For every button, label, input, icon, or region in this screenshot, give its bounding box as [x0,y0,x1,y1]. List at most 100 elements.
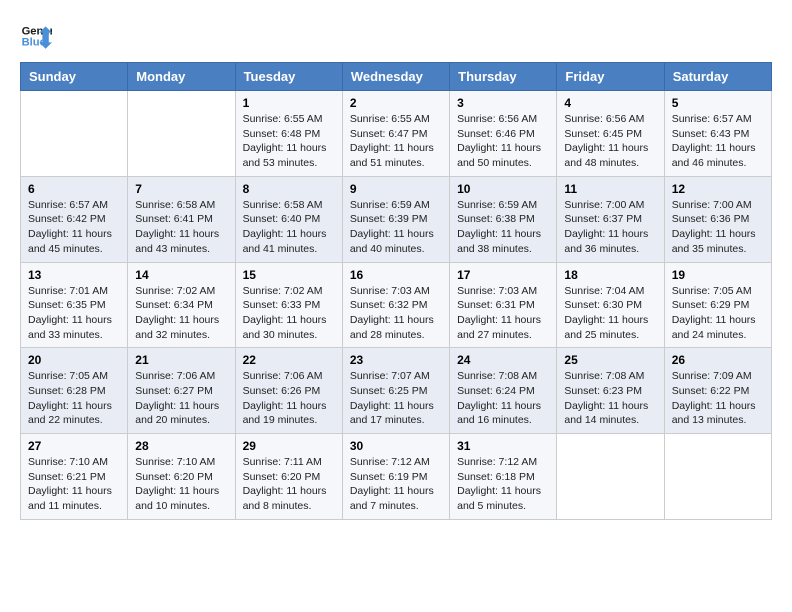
day-cell: 27 Sunrise: 7:10 AMSunset: 6:21 PMDayligh… [21,434,128,520]
day-info: Sunrise: 6:58 AMSunset: 6:41 PMDaylight:… [135,198,227,257]
day-number: 23 [350,353,442,367]
day-cell: 23Sunrise: 7:07 AMSunset: 6:25 PMDayligh… [342,348,449,434]
day-info: Sunrise: 7:02 AMSunset: 6:33 PMDaylight:… [243,284,335,343]
day-cell [557,434,664,520]
day-number: 29 [243,439,335,453]
day-cell [21,91,128,177]
day-info: Sunrise: 7:08 AMSunset: 6:23 PMDaylight:… [564,369,656,428]
day-cell: 25 Sunrise: 7:08 AMSunset: 6:23 PMDayligh… [557,348,664,434]
day-number: 21 [135,353,227,367]
day-cell: 5 Sunrise: 6:57 AMSunset: 6:43 PMDaylight… [664,91,771,177]
day-info: Sunrise: 7:05 AMSunset: 6:29 PMDaylight:… [672,284,764,343]
day-cell: 15 Sunrise: 7:02 AMSunset: 6:33 PMDayligh… [235,262,342,348]
day-cell: 3 Sunrise: 6:56 AMSunset: 6:46 PMDaylight… [450,91,557,177]
day-cell [664,434,771,520]
day-info: Sunrise: 7:10 AMSunset: 6:21 PMDaylight:… [28,455,120,514]
day-cell: 11 Sunrise: 7:00 AMSunset: 6:37 PMDayligh… [557,176,664,262]
header-thursday: Thursday [450,63,557,91]
day-number: 13 [28,268,120,282]
day-cell: 14 Sunrise: 7:02 AMSunset: 6:34 PMDayligh… [128,262,235,348]
day-number: 4 [564,96,656,110]
header-friday: Friday [557,63,664,91]
day-number: 20 [28,353,120,367]
day-info: Sunrise: 7:09 AMSunset: 6:22 PMDaylight:… [672,369,764,428]
week-row-4: 20 Sunrise: 7:05 AMSunset: 6:28 PMDayligh… [21,348,772,434]
calendar-table: SundayMondayTuesdayWednesdayThursdayFrid… [20,62,772,520]
day-cell: 30Sunrise: 7:12 AMSunset: 6:19 PMDayligh… [342,434,449,520]
day-number: 10 [457,182,549,196]
day-cell: 18 Sunrise: 7:04 AMSunset: 6:30 PMDayligh… [557,262,664,348]
week-row-2: 6 Sunrise: 6:57 AMSunset: 6:42 PMDaylight… [21,176,772,262]
day-number: 22 [243,353,335,367]
day-cell: 6 Sunrise: 6:57 AMSunset: 6:42 PMDaylight… [21,176,128,262]
day-cell: 8 Sunrise: 6:58 AMSunset: 6:40 PMDaylight… [235,176,342,262]
day-info: Sunrise: 6:57 AMSunset: 6:43 PMDaylight:… [672,112,764,171]
day-cell: 22 Sunrise: 7:06 AMSunset: 6:26 PMDayligh… [235,348,342,434]
day-cell [128,91,235,177]
day-info: Sunrise: 7:01 AMSunset: 6:35 PMDaylight:… [28,284,120,343]
day-number: 3 [457,96,549,110]
day-number: 7 [135,182,227,196]
header-sunday: Sunday [21,63,128,91]
day-cell: 2 Sunrise: 6:55 AMSunset: 6:47 PMDaylight… [342,91,449,177]
day-number: 26 [672,353,764,367]
day-number: 19 [672,268,764,282]
day-number: 18 [564,268,656,282]
day-info: Sunrise: 6:58 AMSunset: 6:40 PMDaylight:… [243,198,335,257]
day-number: 1 [243,96,335,110]
day-info: Sunrise: 6:57 AMSunset: 6:42 PMDaylight:… [28,198,120,257]
day-info: Sunrise: 6:55 AMSunset: 6:48 PMDaylight:… [243,112,335,171]
day-cell: 24 Sunrise: 7:08 AMSunset: 6:24 PMDayligh… [450,348,557,434]
day-number: 9 [350,182,442,196]
day-info: Sunrise: 7:06 AMSunset: 6:27 PMDaylight:… [135,369,227,428]
day-info: Sunrise: 7:02 AMSunset: 6:34 PMDaylight:… [135,284,227,343]
day-info: Sunrise: 7:00 AMSunset: 6:37 PMDaylight:… [564,198,656,257]
day-number: 5 [672,96,764,110]
day-number: 12 [672,182,764,196]
day-cell: 17 Sunrise: 7:03 AMSunset: 6:31 PMDayligh… [450,262,557,348]
day-cell: 13 Sunrise: 7:01 AMSunset: 6:35 PMDayligh… [21,262,128,348]
day-info: Sunrise: 7:00 AMSunset: 6:36 PMDaylight:… [672,198,764,257]
week-row-3: 13 Sunrise: 7:01 AMSunset: 6:35 PMDayligh… [21,262,772,348]
day-cell: 16 Sunrise: 7:03 AMSunset: 6:32 PMDayligh… [342,262,449,348]
day-info: Sunrise: 7:06 AMSunset: 6:26 PMDaylight:… [243,369,335,428]
day-info: Sunrise: 7:04 AMSunset: 6:30 PMDaylight:… [564,284,656,343]
day-number: 8 [243,182,335,196]
day-cell: 19 Sunrise: 7:05 AMSunset: 6:29 PMDayligh… [664,262,771,348]
header-wednesday: Wednesday [342,63,449,91]
day-info: Sunrise: 6:56 AMSunset: 6:45 PMDaylight:… [564,112,656,171]
day-info: Sunrise: 6:56 AMSunset: 6:46 PMDaylight:… [457,112,549,171]
day-number: 14 [135,268,227,282]
day-cell: 21 Sunrise: 7:06 AMSunset: 6:27 PMDayligh… [128,348,235,434]
header-saturday: Saturday [664,63,771,91]
day-cell: 7 Sunrise: 6:58 AMSunset: 6:41 PMDaylight… [128,176,235,262]
day-number: 17 [457,268,549,282]
day-info: Sunrise: 7:03 AMSunset: 6:32 PMDaylight:… [350,284,442,343]
day-cell: 12 Sunrise: 7:00 AMSunset: 6:36 PMDayligh… [664,176,771,262]
day-cell: 10 Sunrise: 6:59 AMSunset: 6:38 PMDayligh… [450,176,557,262]
day-number: 11 [564,182,656,196]
day-info: Sunrise: 7:10 AMSunset: 6:20 PMDaylight:… [135,455,227,514]
day-cell: 29 Sunrise: 7:11 AMSunset: 6:20 PMDayligh… [235,434,342,520]
header-monday: Monday [128,63,235,91]
day-info: Sunrise: 7:12 AMSunset: 6:19 PMDaylight:… [350,455,442,514]
day-number: 25 [564,353,656,367]
day-info: Sunrise: 7:11 AMSunset: 6:20 PMDaylight:… [243,455,335,514]
day-number: 31 [457,439,549,453]
day-info: Sunrise: 6:59 AMSunset: 6:38 PMDaylight:… [457,198,549,257]
day-info: Sunrise: 7:08 AMSunset: 6:24 PMDaylight:… [457,369,549,428]
day-number: 15 [243,268,335,282]
day-info: Sunrise: 7:05 AMSunset: 6:28 PMDaylight:… [28,369,120,428]
day-number: 27 [28,439,120,453]
day-info: Sunrise: 6:59 AMSunset: 6:39 PMDaylight:… [350,198,442,257]
day-cell: 4 Sunrise: 6:56 AMSunset: 6:45 PMDaylight… [557,91,664,177]
day-number: 16 [350,268,442,282]
day-info: Sunrise: 7:03 AMSunset: 6:31 PMDaylight:… [457,284,549,343]
day-info: Sunrise: 6:55 AMSunset: 6:47 PMDaylight:… [350,112,442,171]
day-cell: 9 Sunrise: 6:59 AMSunset: 6:39 PMDaylight… [342,176,449,262]
day-info: Sunrise: 7:12 AMSunset: 6:18 PMDaylight:… [457,455,549,514]
day-number: 2 [350,96,442,110]
header-tuesday: Tuesday [235,63,342,91]
day-number: 6 [28,182,120,196]
day-number: 24 [457,353,549,367]
